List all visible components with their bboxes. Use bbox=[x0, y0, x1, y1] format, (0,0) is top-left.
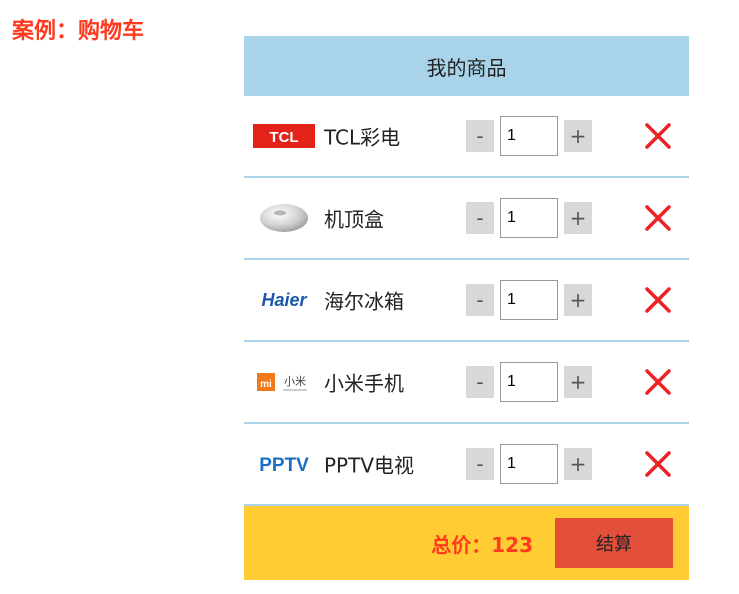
close-icon bbox=[645, 205, 671, 231]
decrease-button[interactable]: - bbox=[466, 202, 494, 234]
quantity-input[interactable] bbox=[500, 198, 558, 238]
svg-text:TCL: TCL bbox=[269, 129, 298, 146]
shopping-cart: 我的商品 TCL TCL彩电 - + bbox=[244, 36, 689, 580]
quantity-stepper: - + bbox=[466, 116, 592, 156]
cart-item-row: TCL TCL彩电 - + bbox=[244, 96, 689, 178]
svg-text:小米: 小米 bbox=[284, 375, 306, 388]
close-icon bbox=[645, 369, 671, 395]
svg-text:Haier: Haier bbox=[261, 290, 307, 310]
quantity-input[interactable] bbox=[500, 362, 558, 402]
decrease-button[interactable]: - bbox=[466, 120, 494, 152]
xiaomi-logo: mi 小米 bbox=[252, 366, 316, 398]
svg-text:PPTV: PPTV bbox=[259, 455, 309, 476]
increase-button[interactable]: + bbox=[564, 120, 592, 152]
cart-item-row: Haier 海尔冰箱 - + bbox=[244, 260, 689, 342]
pptv-logo: PPTV bbox=[252, 448, 316, 480]
item-name: 机顶盒 bbox=[324, 207, 384, 232]
checkout-button[interactable]: 结算 bbox=[555, 518, 673, 568]
quantity-stepper: - + bbox=[466, 280, 592, 320]
item-name: 小米手机 bbox=[324, 371, 404, 396]
quantity-input[interactable] bbox=[500, 116, 558, 156]
item-name: PPTV电视 bbox=[324, 453, 415, 478]
item-name: 海尔冰箱 bbox=[324, 289, 404, 314]
decrease-button[interactable]: - bbox=[466, 448, 494, 480]
svg-text:mi: mi bbox=[260, 379, 272, 390]
quantity-stepper: - + bbox=[466, 444, 592, 484]
cart-item-row: PPTV PPTV电视 - + bbox=[244, 424, 689, 506]
page-title: 案例：购物车 bbox=[12, 19, 145, 44]
remove-item-button[interactable] bbox=[642, 284, 674, 316]
remove-item-button[interactable] bbox=[642, 120, 674, 152]
decrease-button[interactable]: - bbox=[466, 284, 494, 316]
increase-button[interactable]: + bbox=[564, 284, 592, 316]
quantity-input[interactable] bbox=[500, 280, 558, 320]
item-name: TCL彩电 bbox=[324, 125, 401, 150]
remove-item-button[interactable] bbox=[642, 202, 674, 234]
haier-logo: Haier bbox=[252, 284, 316, 316]
cart-items: TCL TCL彩电 - + bbox=[244, 96, 689, 506]
quantity-stepper: - + bbox=[466, 198, 592, 238]
close-icon bbox=[645, 123, 671, 149]
decrease-button[interactable]: - bbox=[466, 366, 494, 398]
cart-item-row: mi 小米 小米手机 - + bbox=[244, 342, 689, 424]
increase-button[interactable]: + bbox=[564, 448, 592, 480]
cart-header: 我的商品 bbox=[244, 36, 689, 96]
close-icon bbox=[645, 451, 671, 477]
close-icon bbox=[645, 287, 671, 313]
quantity-input[interactable] bbox=[500, 444, 558, 484]
quantity-stepper: - + bbox=[466, 362, 592, 402]
increase-button[interactable]: + bbox=[564, 366, 592, 398]
total-price: 总价：123 bbox=[431, 532, 533, 557]
tcl-logo: TCL bbox=[252, 120, 316, 152]
increase-button[interactable]: + bbox=[564, 202, 592, 234]
remove-item-button[interactable] bbox=[642, 448, 674, 480]
cart-footer: 总价：123 结算 bbox=[244, 506, 689, 580]
set-top-box-image bbox=[252, 202, 316, 234]
cart-item-row: 机顶盒 - + bbox=[244, 178, 689, 260]
remove-item-button[interactable] bbox=[642, 366, 674, 398]
